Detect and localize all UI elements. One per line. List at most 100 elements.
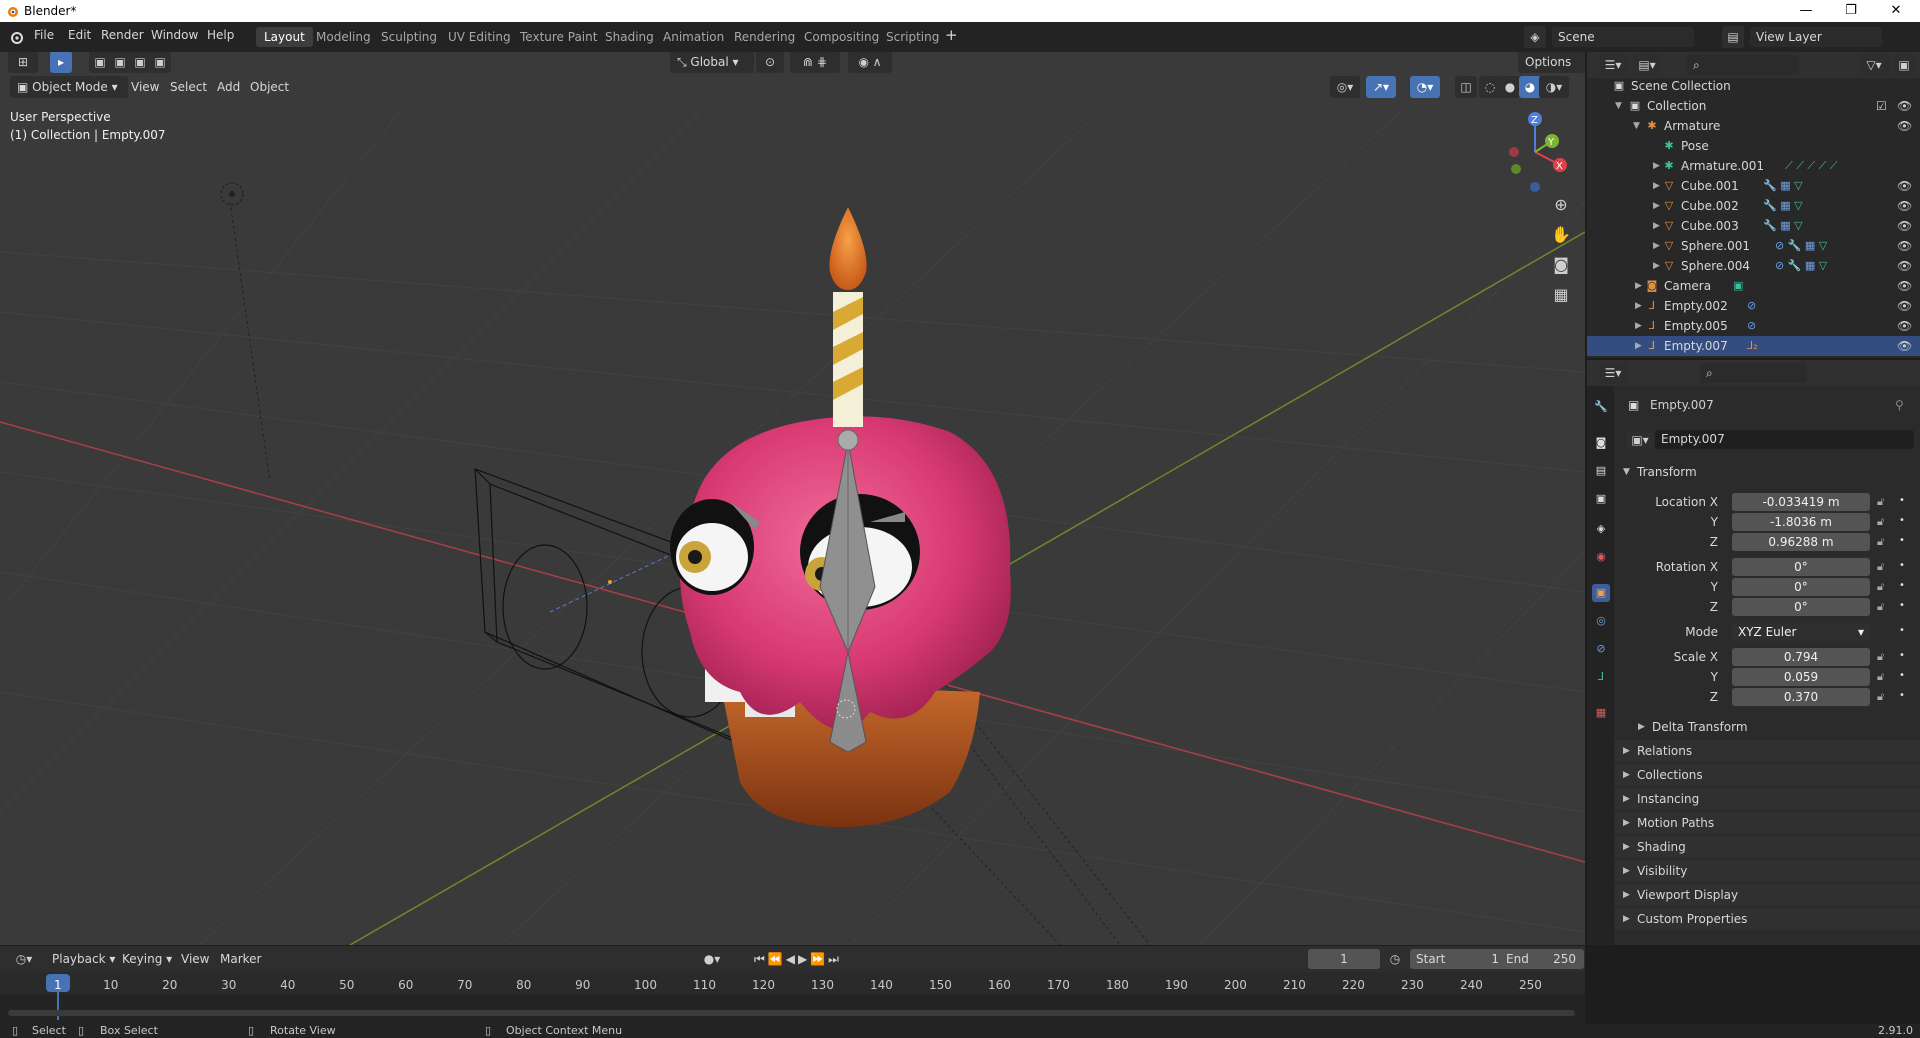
keyframe-dot-icon[interactable]: •	[1899, 580, 1905, 591]
keyframe-dot-icon[interactable]: •	[1899, 495, 1905, 506]
checkbox-icon[interactable]: ☑	[1876, 96, 1887, 116]
transform-orientation-dropdown[interactable]: ⤡ Global ▾	[670, 52, 754, 73]
xray-icon[interactable]: ◫	[1455, 76, 1477, 98]
tab-animation[interactable]: Animation	[655, 27, 732, 47]
select-extend-icon[interactable]: ▣	[109, 52, 131, 73]
minimize-button[interactable]: —	[1783, 0, 1829, 22]
select-invert-icon[interactable]: ▣	[149, 52, 171, 73]
lock-icon[interactable]: 🔓︎	[1877, 580, 1884, 594]
outliner-row-cube-002[interactable]: ▶ ▽ Cube.002 🔧 ▦ ▽ 👁	[1587, 196, 1920, 216]
outliner-row-cube-001[interactable]: ▶ ▽ Cube.001 🔧 ▦ ▽ 👁	[1587, 176, 1920, 196]
constraints-tab-icon[interactable]: ⊘	[1592, 640, 1610, 658]
object-name-field[interactable]: Empty.007	[1655, 430, 1914, 449]
ortho-grid-icon[interactable]: ▦	[1548, 282, 1574, 308]
lock-icon[interactable]: 🔓︎	[1877, 650, 1884, 664]
tab-compositing[interactable]: Compositing	[796, 27, 887, 47]
properties-search-input[interactable]: ⌕	[1700, 363, 1807, 383]
outliner-search-input[interactable]: ⌕	[1687, 55, 1799, 75]
object-data-tab-icon[interactable]: ⅃	[1592, 668, 1610, 686]
outliner-row-camera[interactable]: ▶ ◙ Camera ▣ 👁	[1587, 276, 1920, 296]
tab-rendering[interactable]: Rendering	[726, 27, 803, 47]
expand-arrow-icon[interactable]: ▶	[1653, 176, 1660, 196]
keyframe-dot-icon[interactable]: •	[1899, 515, 1905, 526]
timeline-menu-playback[interactable]: Playback ▾	[52, 952, 115, 966]
lock-icon[interactable]: 🔓︎	[1877, 495, 1884, 509]
menu-help[interactable]: Help	[207, 28, 234, 42]
render-tab-icon[interactable]: ◙	[1592, 434, 1610, 452]
location-z-field[interactable]: 0.96288 m	[1732, 533, 1870, 551]
physics-tab-icon[interactable]: ◎	[1592, 612, 1610, 630]
lock-icon[interactable]: 🔓︎	[1877, 515, 1884, 529]
timeline-menu-marker[interactable]: Marker	[220, 952, 261, 966]
object-mode-dropdown[interactable]: ▣ Object Mode ▾	[10, 76, 128, 98]
expand-arrow-icon[interactable]: ▼	[1615, 96, 1622, 116]
eye-icon[interactable]: 👁	[1897, 316, 1912, 336]
zoom-icon[interactable]: ⊕	[1548, 192, 1574, 218]
object-tab-icon[interactable]: ▣	[1592, 584, 1610, 602]
blender-menu-icon[interactable]	[8, 29, 24, 45]
expand-arrow-icon[interactable]: ▶	[1653, 196, 1660, 216]
visibility-panel-header[interactable]: ▶ Visibility	[1615, 860, 1920, 882]
collections-panel-header[interactable]: ▶ Collections	[1615, 764, 1920, 786]
editor-type-icon[interactable]: ⊞	[8, 52, 38, 73]
options-dropdown[interactable]: Options ▾	[1518, 52, 1585, 91]
eye-icon[interactable]: 👁	[1897, 196, 1912, 216]
outliner-row-empty-007[interactable]: ▶ ⅃ Empty.007 ⅃₂ 👁	[1587, 336, 1920, 356]
keyframe-dot-icon[interactable]: •	[1899, 600, 1905, 611]
scale-x-field[interactable]: 0.794	[1732, 648, 1870, 666]
tab-scripting[interactable]: Scripting	[878, 27, 947, 47]
custom-properties-panel-header[interactable]: ▶ Custom Properties	[1615, 908, 1920, 930]
overlays-icon[interactable]: ◔▾	[1410, 76, 1440, 98]
tool-tab-icon[interactable]: 🔧	[1592, 398, 1610, 416]
world-tab-icon[interactable]: ◉	[1592, 548, 1610, 566]
select-tool-icon[interactable]: ▸	[50, 52, 72, 73]
transform-panel-header[interactable]: ▼ Transform	[1615, 461, 1920, 483]
select-new-icon[interactable]: ▣	[89, 52, 111, 73]
rotation-x-field[interactable]: 0°	[1732, 558, 1870, 576]
outliner-display-mode-icon[interactable]: ▤▾	[1633, 54, 1661, 76]
texture-tab-icon[interactable]: ▦	[1592, 704, 1610, 722]
scene-tab-icon[interactable]: ◈	[1592, 520, 1610, 538]
pan-hand-icon[interactable]: ✋	[1548, 222, 1574, 248]
tab-shading[interactable]: Shading	[597, 27, 662, 47]
solid-shading-icon[interactable]: ●	[1499, 76, 1521, 98]
view-layer-tab-icon[interactable]: ▣	[1592, 490, 1610, 508]
expand-arrow-icon[interactable]: ▶	[1635, 336, 1642, 356]
object-browse-icon[interactable]: ▣▾	[1626, 431, 1654, 449]
location-x-field[interactable]: -0.033419 m	[1732, 493, 1870, 511]
expand-arrow-icon[interactable]: ▶	[1653, 156, 1660, 176]
outliner-row-armature-001[interactable]: ▶ ✱ Armature.001 ⟋ ⟋ ⟋ ⟋ ⟋	[1587, 156, 1920, 176]
keyframe-dot-icon[interactable]: •	[1899, 625, 1905, 636]
viewport-display-panel-header[interactable]: ▶ Viewport Display	[1615, 884, 1920, 906]
record-keyframe-icon[interactable]: ●▾	[697, 948, 727, 970]
scene-icon[interactable]: ◈	[1524, 26, 1546, 48]
current-frame-field[interactable]: 1	[1308, 949, 1380, 969]
eye-icon[interactable]: 👁	[1897, 216, 1912, 236]
tab-uv-editing[interactable]: UV Editing	[440, 27, 519, 47]
expand-arrow-icon[interactable]: ▶	[1635, 296, 1642, 316]
outliner-editor-type-icon[interactable]: ☰▾	[1599, 54, 1627, 76]
navigation-gizmo[interactable]: Z X Y	[1490, 107, 1570, 197]
lock-icon[interactable]: 🔓︎	[1877, 560, 1884, 574]
new-collection-icon[interactable]: ▣	[1893, 54, 1915, 76]
maximize-button[interactable]: ❐	[1828, 0, 1874, 22]
select-subtract-icon[interactable]: ▣	[129, 52, 151, 73]
view-layer-icon[interactable]: ▤	[1722, 26, 1744, 48]
playback-controls[interactable]: ⏮⏪◀▶⏩⏭	[743, 948, 853, 970]
relations-panel-header[interactable]: ▶ Relations	[1615, 740, 1920, 762]
outliner-row-cube-003[interactable]: ▶ ▽ Cube.003 🔧 ▦ ▽ 👁	[1587, 216, 1920, 236]
snapping-icon[interactable]: ⋒ ⋕	[790, 52, 840, 73]
keyframe-dot-icon[interactable]: •	[1899, 560, 1905, 571]
scale-z-field[interactable]: 0.370	[1732, 688, 1870, 706]
eye-icon[interactable]: 👁	[1897, 176, 1912, 196]
expand-arrow-icon[interactable]: ▶	[1653, 236, 1660, 256]
eye-icon[interactable]: 👁	[1897, 96, 1912, 116]
visibility-selectability-icon[interactable]: ◎▾	[1330, 76, 1360, 98]
end-frame-field[interactable]: End 250	[1500, 949, 1584, 969]
timeline-menu-keying[interactable]: Keying ▾	[122, 952, 172, 966]
viewport-menu-add[interactable]: Add	[217, 80, 240, 94]
menu-render[interactable]: Render	[101, 28, 144, 42]
outliner-row-collection[interactable]: ▼ ▣ Collection ☑ 👁	[1587, 96, 1920, 116]
gizmos-icon[interactable]: ↗▾	[1366, 76, 1396, 98]
lock-icon[interactable]: 🔓︎	[1877, 670, 1884, 684]
